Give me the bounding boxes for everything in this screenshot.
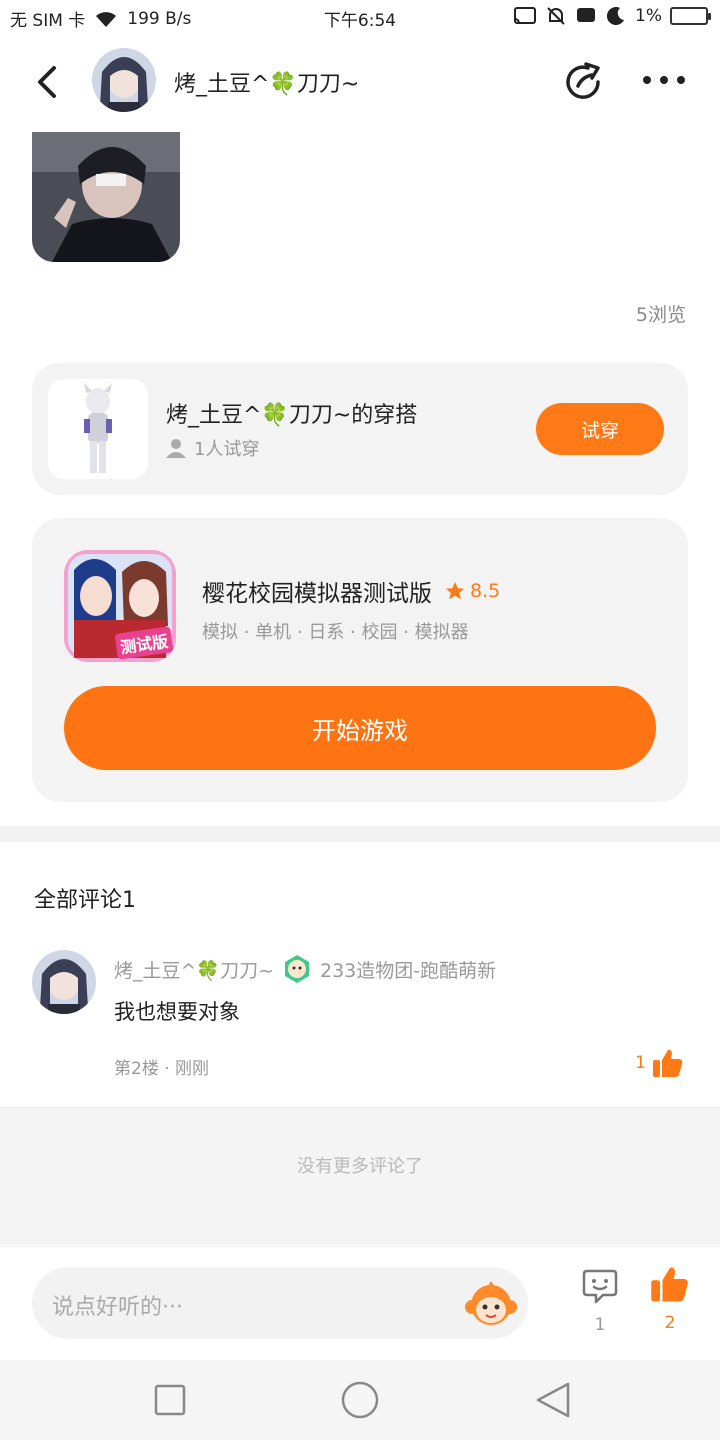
- top-header: 烤_土豆^🍀刀刀~: [0, 40, 720, 126]
- comment-author-badge: 233造物团-跑酷萌新: [320, 959, 497, 982]
- notification-icon: [577, 8, 596, 22]
- comment-avatar[interactable]: [32, 950, 96, 1014]
- outfit-card[interactable]: 烤_土豆^🍀刀刀~的穿搭 1人试穿 试穿: [32, 363, 688, 495]
- comment-input-bar: 说点好听的··· 1 2: [0, 1246, 720, 1360]
- share-icon: [566, 62, 600, 99]
- comments-button[interactable]: 1: [578, 1267, 622, 1347]
- game-icon[interactable]: 测试版: [64, 550, 176, 662]
- game-rating: 8.5: [444, 580, 500, 602]
- post-like-button[interactable]: 2: [646, 1265, 694, 1347]
- back-button[interactable]: [28, 62, 68, 102]
- share-button[interactable]: [562, 60, 606, 104]
- comment-like-button[interactable]: 1: [635, 1048, 684, 1078]
- thumbs-up-icon: [653, 1049, 683, 1077]
- circle-icon: [341, 1381, 379, 1419]
- rating-value: 8.5: [470, 580, 501, 602]
- battery-icon: [670, 7, 711, 25]
- game-title-row: 樱花校园模拟器测试版 8.5: [202, 574, 500, 608]
- star-icon: [445, 581, 465, 600]
- status-right: 1%: [513, 5, 711, 27]
- comment-input-placeholder: 说点好听的···: [52, 1295, 183, 1320]
- triangle-back-icon: [536, 1382, 570, 1418]
- monkey-emoji-icon: [465, 1281, 517, 1325]
- comment-author[interactable]: 烤_土豆^🍀刀刀~: [114, 956, 274, 983]
- start-game-button[interactable]: 开始游戏: [64, 686, 656, 770]
- badge-icon: [285, 955, 309, 983]
- system-nav-bar: [0, 1360, 720, 1440]
- status-bar: 无 SIM 卡 199 B/s 下午6:54 1%: [0, 0, 720, 36]
- cast-icon: [514, 7, 537, 24]
- section-divider: [0, 826, 720, 842]
- comment-like-count: 1: [635, 1053, 646, 1073]
- outfit-thumbnail: [48, 379, 148, 479]
- battery-percent: 1%: [635, 6, 662, 26]
- person-icon: [166, 439, 186, 458]
- outfit-tryon-info: 1人试穿: [166, 435, 259, 461]
- comments-count: 1: [594, 1315, 606, 1335]
- tryon-button[interactable]: 试穿: [536, 403, 664, 455]
- no-more-comments-text: 没有更多评论了: [297, 1156, 423, 1177]
- comments-title: 全部评论1: [34, 888, 136, 913]
- post-like-count: 2: [664, 1313, 676, 1333]
- game-card[interactable]: 测试版 樱花校园模拟器测试版 8.5 模拟 · 单机 · 日系 · 校园 · 模…: [32, 518, 688, 802]
- home-button[interactable]: [340, 1380, 380, 1420]
- square-icon: [154, 1384, 186, 1416]
- more-button[interactable]: [640, 68, 688, 92]
- outfit-title: 烤_土豆^🍀刀刀~的穿搭: [166, 403, 418, 428]
- view-count: 5浏览: [635, 304, 686, 326]
- thumbs-up-icon: [651, 1267, 688, 1302]
- comment-meta: 烤_土豆^🍀刀刀~ 233造物团-跑酷萌新: [114, 954, 496, 984]
- author-name[interactable]: 烤_土豆^🍀刀刀~: [174, 66, 359, 98]
- comment-text: 我也想要对象: [114, 1000, 240, 1024]
- game-title: 樱花校园模拟器测试版: [202, 581, 432, 607]
- system-back-button[interactable]: [532, 1380, 572, 1420]
- emoji-button[interactable]: [464, 1277, 518, 1331]
- chevron-left-icon: [38, 66, 56, 98]
- post-image[interactable]: [32, 132, 180, 262]
- tryon-count: 1人试穿: [194, 439, 260, 460]
- moon-icon: [606, 7, 625, 26]
- no-more-comments-area: 没有更多评论了: [0, 1107, 720, 1245]
- more-dots-icon: [643, 76, 685, 84]
- mute-bell-icon: [547, 7, 565, 25]
- game-tags: 模拟 · 单机 · 日系 · 校园 · 模拟器: [202, 622, 469, 643]
- comment-floor-time: 第2楼 · 刚刚: [114, 1059, 210, 1079]
- comment-bubble-icon: [582, 1269, 618, 1304]
- recent-apps-button[interactable]: [150, 1380, 190, 1420]
- author-avatar[interactable]: [92, 48, 156, 112]
- comment-input[interactable]: 说点好听的···: [32, 1267, 528, 1339]
